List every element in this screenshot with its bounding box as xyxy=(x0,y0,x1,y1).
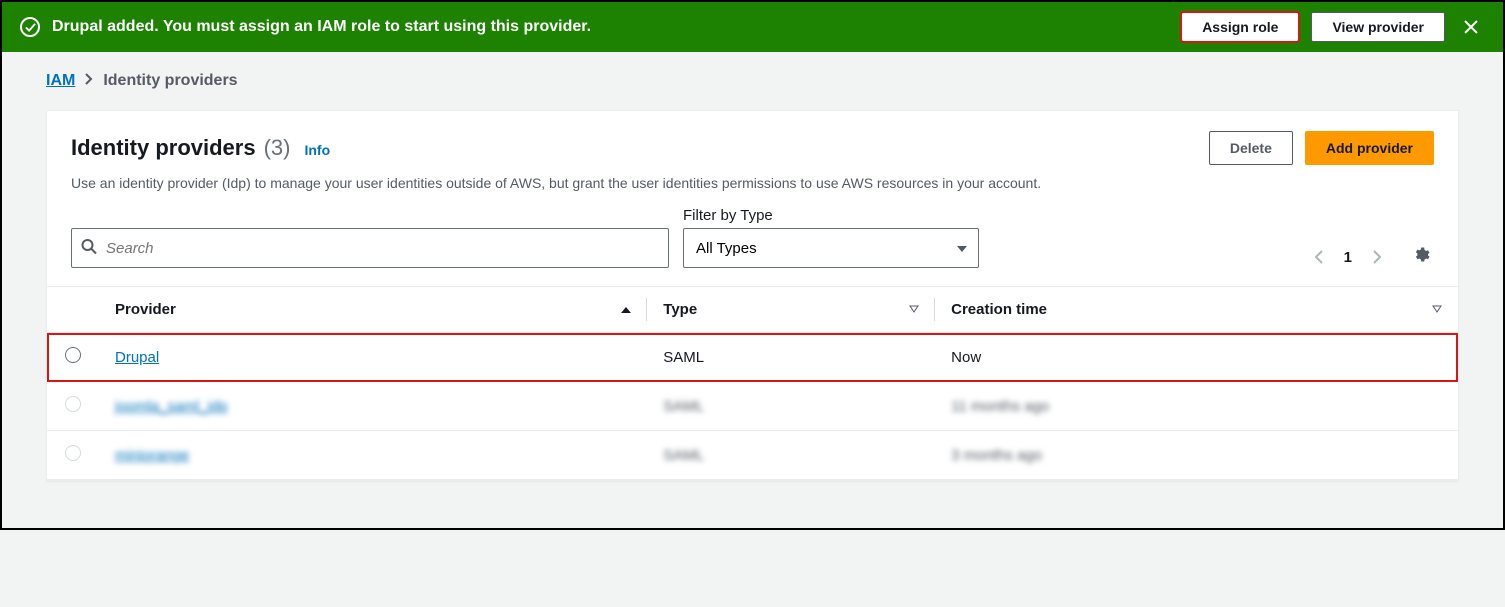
pagination: 1 xyxy=(1308,246,1434,268)
col-type[interactable]: Type xyxy=(647,287,935,333)
table-row: joomla_saml_idp SAML 11 months ago xyxy=(47,382,1458,431)
provider-link[interactable]: miniorange xyxy=(115,447,189,464)
row-type: SAML xyxy=(647,382,935,431)
banner-message: Drupal added. You must assign an IAM rol… xyxy=(52,18,1169,36)
col-provider[interactable]: Provider xyxy=(99,287,647,333)
provider-link[interactable]: joomla_saml_idp xyxy=(115,398,228,415)
row-type: SAML xyxy=(647,431,935,480)
filter-type-select[interactable]: All Types xyxy=(683,228,979,268)
delete-button[interactable]: Delete xyxy=(1209,131,1293,165)
gear-icon[interactable] xyxy=(1412,246,1434,268)
breadcrumb: IAM Identity providers xyxy=(2,52,1503,110)
provider-link[interactable]: Drupal xyxy=(115,349,159,366)
close-icon[interactable] xyxy=(1457,13,1485,41)
col-creation[interactable]: Creation time xyxy=(935,287,1458,333)
breadcrumb-current: Identity providers xyxy=(103,72,237,90)
page-next-button[interactable] xyxy=(1366,246,1388,268)
success-check-icon xyxy=(20,17,40,37)
breadcrumb-root[interactable]: IAM xyxy=(46,72,75,90)
add-provider-button[interactable]: Add provider xyxy=(1305,131,1434,165)
view-provider-button[interactable]: View provider xyxy=(1311,12,1445,42)
row-creation: 11 months ago xyxy=(935,382,1458,431)
identity-providers-panel: Identity providers (3) Info Delete Add p… xyxy=(46,110,1459,481)
page-prev-button[interactable] xyxy=(1308,246,1330,268)
row-radio[interactable] xyxy=(65,347,81,363)
info-link[interactable]: Info xyxy=(304,142,330,158)
providers-table: Provider Type Creation time xyxy=(47,286,1458,480)
assign-role-button[interactable]: Assign role xyxy=(1181,12,1299,42)
sort-asc-icon xyxy=(621,301,631,318)
success-banner: Drupal added. You must assign an IAM rol… xyxy=(2,2,1503,52)
row-type: SAML xyxy=(647,333,935,382)
row-radio[interactable] xyxy=(65,445,81,461)
sort-none-icon xyxy=(1432,301,1442,318)
provider-count: (3) xyxy=(264,135,291,161)
row-radio[interactable] xyxy=(65,396,81,412)
row-creation: 3 months ago xyxy=(935,431,1458,480)
table-row: Drupal SAML Now xyxy=(47,333,1458,382)
page-title: Identity providers xyxy=(71,135,256,161)
filter-type-label: Filter by Type xyxy=(683,207,979,224)
table-row: miniorange SAML 3 months ago xyxy=(47,431,1458,480)
panel-description: Use an identity provider (Idp) to manage… xyxy=(71,175,1434,191)
page-number: 1 xyxy=(1344,249,1352,266)
row-creation: Now xyxy=(935,333,1458,382)
sort-none-icon xyxy=(909,301,919,318)
search-input[interactable] xyxy=(71,228,669,268)
search-icon xyxy=(81,239,97,258)
chevron-right-icon xyxy=(85,72,93,90)
